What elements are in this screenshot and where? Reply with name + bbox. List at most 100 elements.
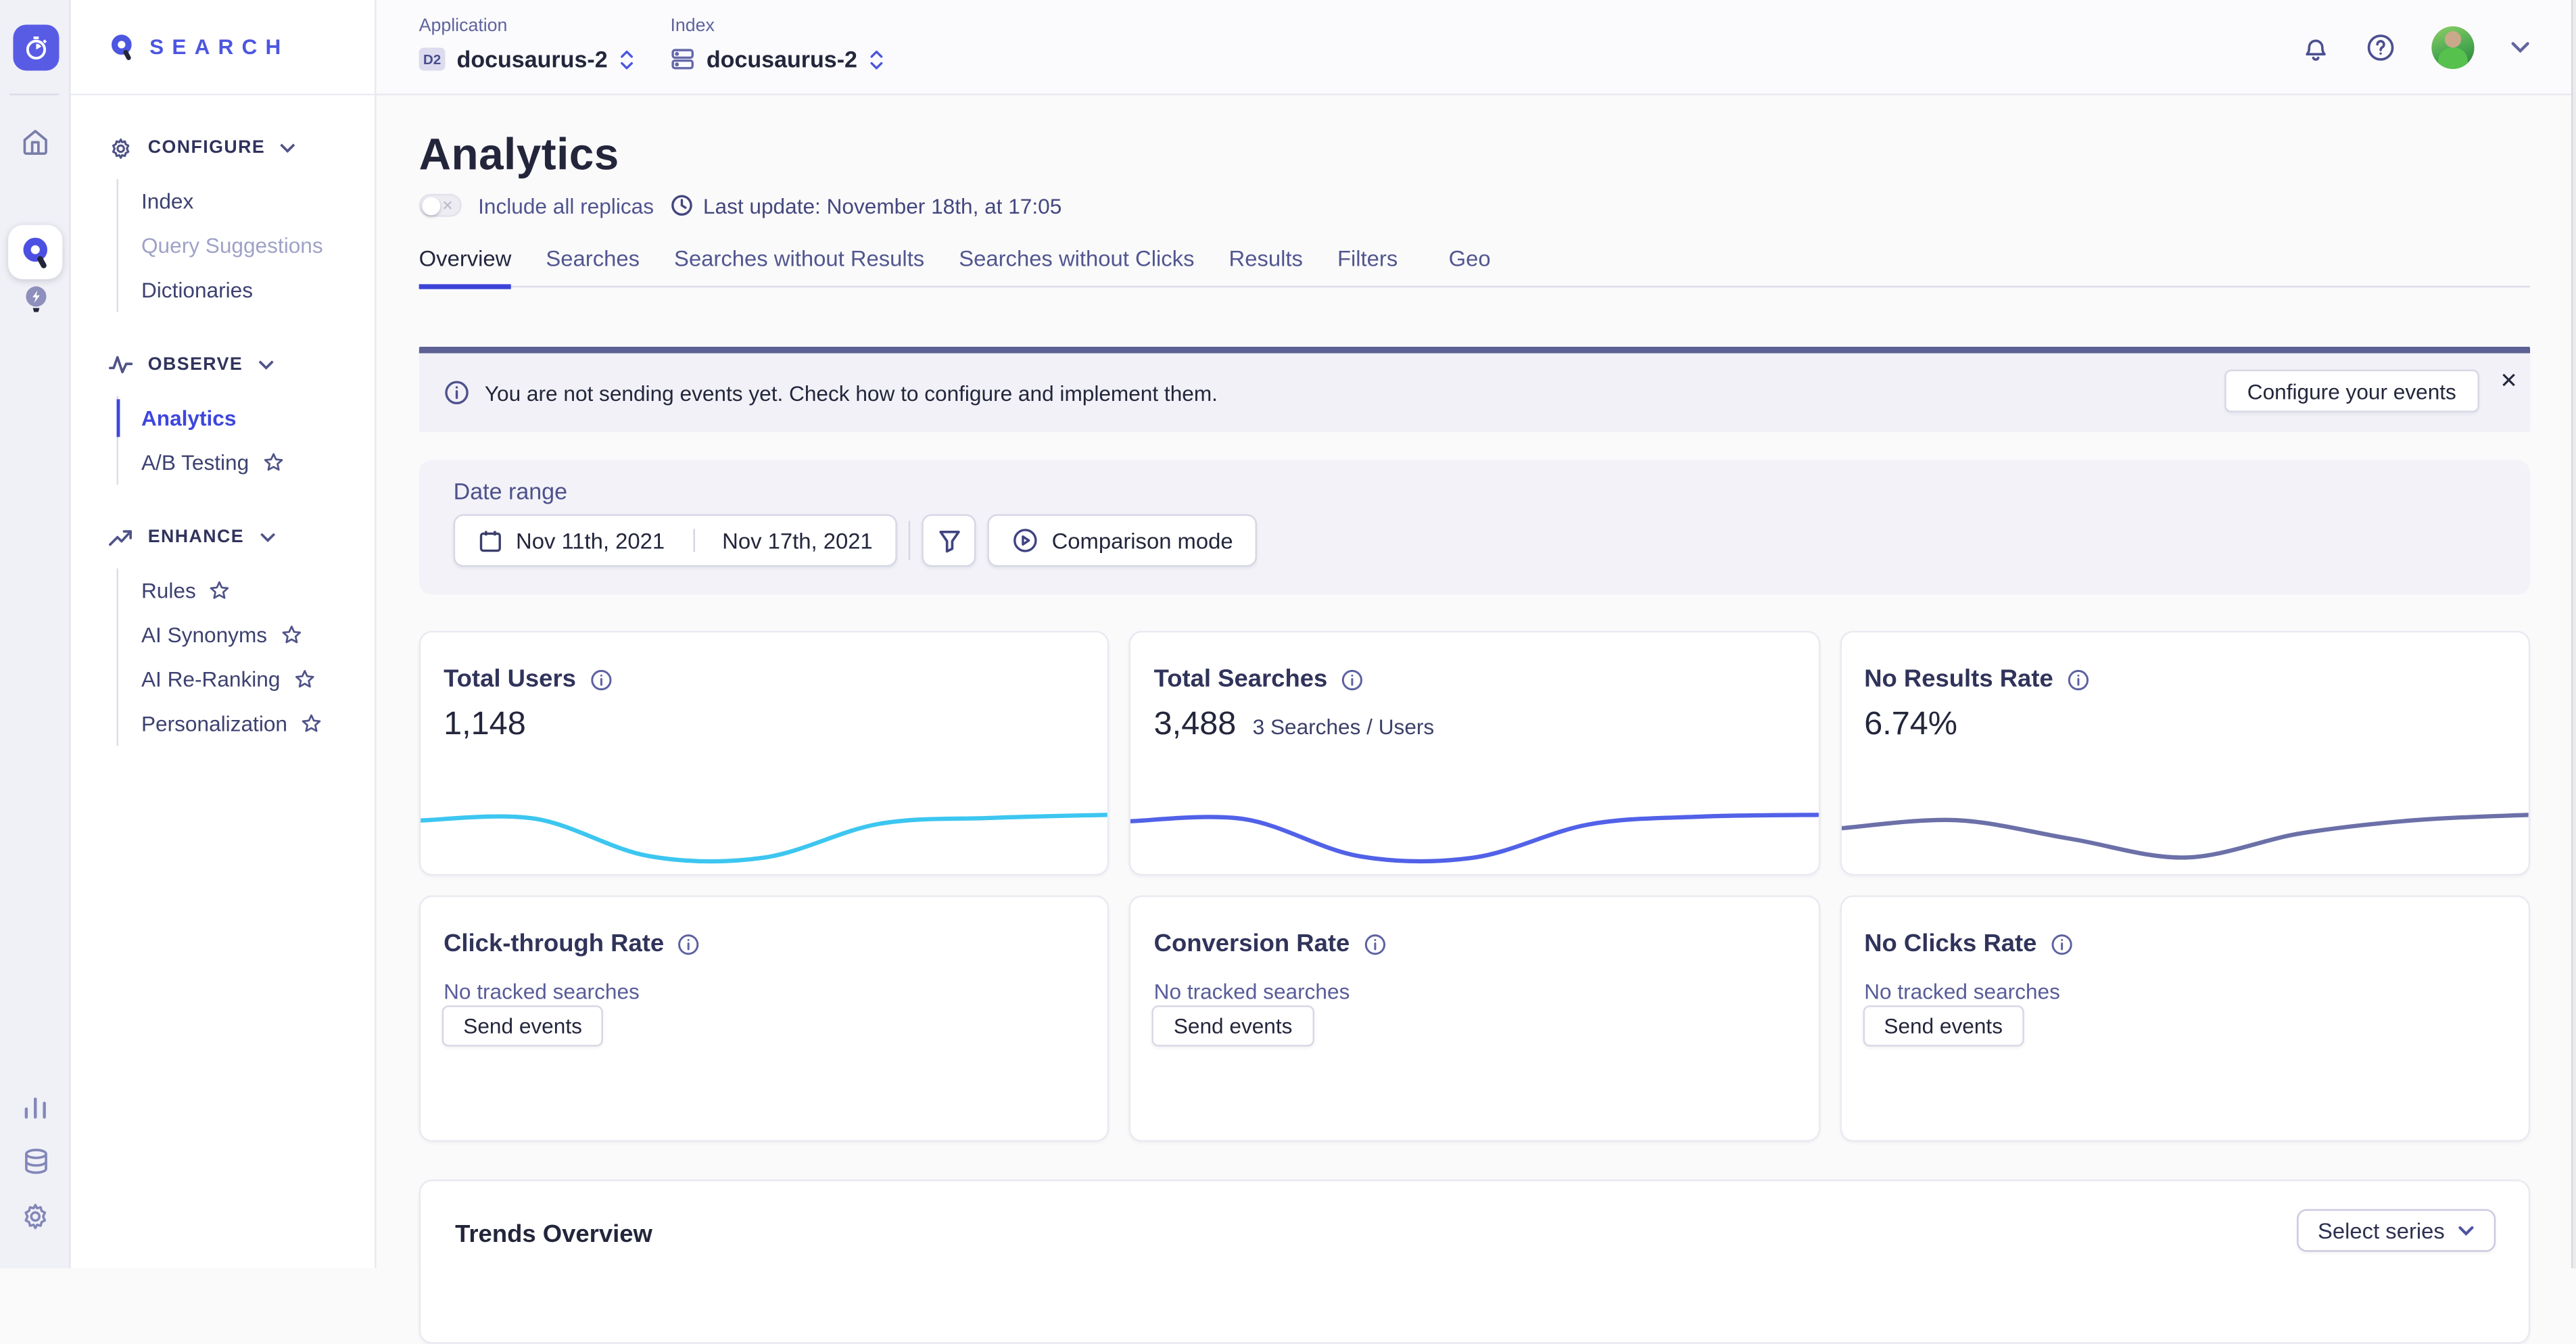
send-events-button[interactable]: Send events — [1863, 1005, 2024, 1047]
controls-divider — [909, 521, 910, 560]
tab-searches-without-clicks[interactable]: Searches without Clicks — [959, 247, 1194, 286]
send-events-button[interactable]: Send events — [442, 1005, 604, 1047]
sidebar-item-rules[interactable]: Rules — [118, 569, 375, 613]
total-users-sparkline — [421, 809, 1108, 865]
comparison-mode-button[interactable]: Comparison mode — [988, 514, 1258, 567]
sidebar-item-ai-synonyms[interactable]: AI Synonyms — [118, 613, 375, 657]
star-icon[interactable] — [281, 624, 302, 646]
sidebar-header-observe[interactable]: OBSERVE — [108, 348, 375, 381]
metrics-row-1: Total Users 1,148 — [419, 631, 2531, 875]
card-value: 6.74% — [1864, 706, 1957, 744]
tab-searches[interactable]: Searches — [546, 247, 640, 286]
star-icon[interactable] — [293, 669, 315, 690]
application-label: Application — [419, 16, 634, 36]
send-events-button[interactable]: Send events — [1152, 1005, 1314, 1047]
application-selector: Application D2 docusaurus-2 — [419, 16, 634, 72]
sidebar-item-personalization[interactable]: Personalization — [118, 702, 375, 746]
sidebar-header-configure[interactable]: CONFIGURE — [108, 131, 375, 164]
sidebar-item-query-suggestions[interactable]: Query Suggestions — [118, 223, 375, 268]
user-menu-chevron-icon[interactable] — [2510, 41, 2530, 54]
total-searches-card: Total Searches 3,488 3 Searches / Users — [1129, 631, 1819, 875]
configure-events-button[interactable]: Configure your events — [2224, 370, 2479, 412]
tab-geo[interactable]: Geo — [1449, 247, 1491, 286]
app-window: SEARCH CONFIGURE Index — [0, 0, 2576, 1268]
index-select[interactable]: docusaurus-2 — [670, 46, 883, 72]
sidebar-header-label: ENHANCE — [148, 527, 244, 547]
notifications-bell-icon[interactable] — [2301, 33, 2329, 63]
crawler-logo-tile[interactable] — [13, 24, 59, 70]
settings-gear-icon[interactable] — [0, 1201, 70, 1232]
chevron-down-icon — [2458, 1225, 2474, 1237]
sidebar-header-enhance[interactable]: ENHANCE — [108, 521, 375, 554]
data-database-icon[interactable] — [0, 1147, 70, 1176]
no-tracked-searches-note: No tracked searches — [444, 979, 640, 1003]
sidebar-item-index[interactable]: Index — [118, 179, 375, 224]
home-icon[interactable] — [0, 126, 70, 158]
date-range-button[interactable]: Nov 11th, 2021 Nov 17th, 2021 — [454, 514, 897, 567]
tab-filters[interactable]: Filters — [1337, 247, 1398, 286]
no-tracked-searches-note: No tracked searches — [1864, 979, 2060, 1003]
no-clicks-rate-card: No Clicks Rate No tracked searches Send … — [1840, 895, 2530, 1142]
calendar-icon — [478, 528, 502, 552]
select-series-button[interactable]: Select series — [2296, 1209, 2496, 1251]
sidebar-header-label: CONFIGURE — [148, 138, 266, 158]
include-replicas-label: Include all replicas — [478, 193, 654, 218]
sidebar-item-analytics[interactable]: Analytics — [118, 396, 375, 441]
star-icon[interactable] — [209, 580, 231, 602]
star-icon[interactable] — [262, 452, 284, 473]
index-label: Index — [670, 16, 883, 36]
last-update: Last update: November 18th, at 17:05 — [670, 193, 1062, 218]
index-selector: Index docusaurus-2 — [670, 16, 883, 72]
topbar-actions — [2301, 0, 2530, 95]
sidebar-header-label: OBSERVE — [148, 355, 243, 375]
total-searches-sparkline — [1131, 809, 1819, 865]
trends-title: Trends Overview — [455, 1220, 652, 1248]
date-range-start: Nov 11th, 2021 — [516, 528, 665, 552]
info-icon[interactable] — [677, 932, 700, 955]
no-results-rate-card: No Results Rate 6.74% — [1840, 631, 2530, 875]
recommend-bulb-icon[interactable] — [0, 283, 70, 317]
info-icon[interactable] — [2050, 932, 2073, 955]
info-icon — [444, 379, 470, 406]
tab-overview[interactable]: Overview — [419, 247, 512, 286]
index-server-icon — [670, 47, 694, 70]
include-replicas-toggle[interactable]: ✕ — [419, 194, 462, 217]
date-range-end: Nov 17th, 2021 — [722, 528, 873, 552]
chevron-down-icon — [258, 360, 274, 370]
sidebar-item-ai-re-ranking[interactable]: AI Re-Ranking — [118, 657, 375, 702]
window-scrollbar[interactable] — [2571, 0, 2576, 1268]
card-title: Total Users — [444, 665, 576, 693]
sidebar-item-dictionaries[interactable]: Dictionaries — [118, 268, 375, 312]
info-icon[interactable] — [1363, 932, 1386, 955]
application-select[interactable]: D2 docusaurus-2 — [419, 46, 634, 72]
card-title: No Results Rate — [1864, 665, 2053, 693]
search-product-icon[interactable] — [8, 225, 62, 279]
user-avatar[interactable] — [2431, 26, 2474, 69]
banner-message: You are not sending events yet. Check ho… — [444, 353, 1218, 432]
card-title: No Clicks Rate — [1864, 930, 2036, 957]
card-value: 3,488 — [1154, 706, 1237, 744]
topbar: Application D2 docusaurus-2 Index — [376, 0, 2576, 95]
star-icon[interactable] — [300, 713, 322, 735]
sidebar-item-ab-testing[interactable]: A/B Testing — [118, 440, 375, 485]
info-icon[interactable] — [1341, 668, 1364, 691]
sort-chevrons-icon — [869, 49, 884, 70]
tab-searches-without-results[interactable]: Searches without Results — [674, 247, 924, 286]
sidebar-section-enhance: ENHANCE Rules AI Synonyms — [70, 521, 375, 746]
card-title: Conversion Rate — [1154, 930, 1350, 957]
date-range-panel: Date range Nov 11th, 2021 Nov 17th, 2021 — [419, 460, 2531, 594]
help-icon[interactable] — [2366, 33, 2395, 63]
gear-icon — [108, 135, 133, 160]
card-title: Click-through Rate — [444, 930, 664, 957]
analytics-tabs: Overview Searches Searches without Resul… — [419, 247, 2531, 288]
info-icon[interactable] — [2066, 668, 2089, 691]
info-icon[interactable] — [589, 668, 612, 691]
chevron-down-icon — [280, 143, 296, 153]
banner-close-icon[interactable]: ✕ — [2498, 368, 2521, 391]
search-logo[interactable]: SEARCH — [70, 0, 375, 95]
monitoring-chart-icon[interactable] — [0, 1094, 70, 1120]
filter-button[interactable] — [922, 514, 976, 567]
tab-results[interactable]: Results — [1229, 247, 1303, 286]
sidebar-section-observe: OBSERVE Analytics A/B Testing — [70, 348, 375, 485]
funnel-icon — [938, 528, 961, 552]
